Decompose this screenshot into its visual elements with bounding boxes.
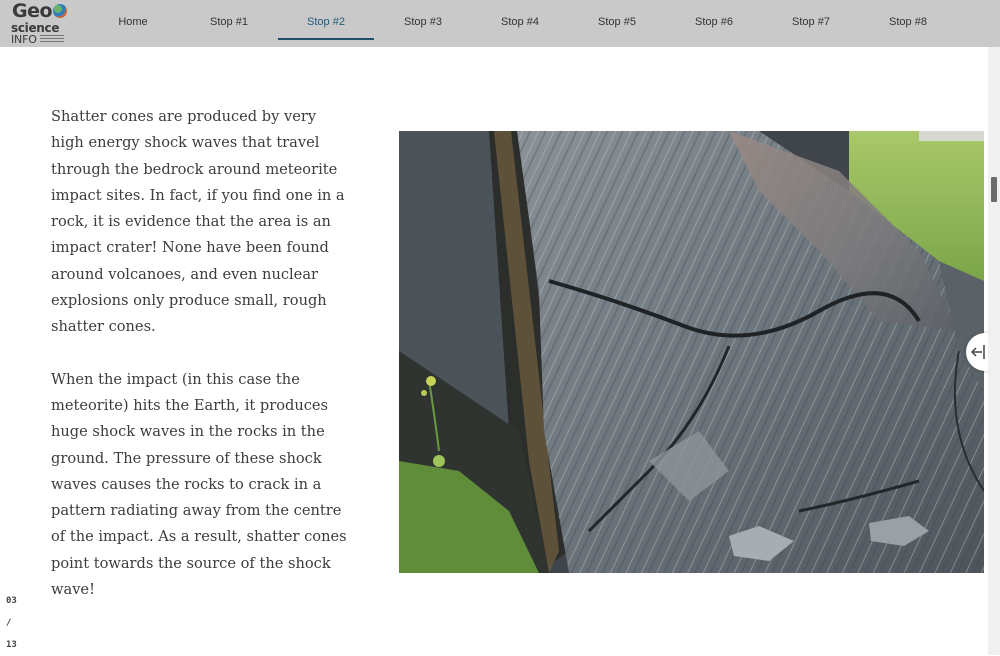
progress-current: 03 xyxy=(6,596,17,606)
geoscience-info-logo[interactable]: Geo science INFO xyxy=(10,2,68,46)
paragraph-impact-shock-waves: When the impact (in this case the meteor… xyxy=(51,370,347,599)
shatter-cone-rock-photo xyxy=(399,131,984,573)
nav-home[interactable]: Home xyxy=(85,0,181,44)
nav-stop-3[interactable]: Stop #3 xyxy=(375,0,471,44)
progress-separator: / xyxy=(6,618,12,628)
scrollbar-thumb[interactable] xyxy=(991,177,997,202)
story-text-block: Shatter cones are produced by very high … xyxy=(51,104,351,603)
page-scrollbar[interactable] xyxy=(988,47,1000,655)
logo-info-text: INFO xyxy=(11,33,37,46)
nav-stop-2[interactable]: Stop #2 xyxy=(278,0,374,44)
nav-stop-6[interactable]: Stop #6 xyxy=(666,0,762,44)
logo-tagline-lines xyxy=(40,35,64,36)
top-navigation-bar: Geo science INFO Home Stop #1 Stop #2 St… xyxy=(0,0,1000,47)
nav-stop-5[interactable]: Stop #5 xyxy=(569,0,665,44)
nav-stop-4[interactable]: Stop #4 xyxy=(472,0,568,44)
paragraph-shatter-cones-origin: Shatter cones are produced by very high … xyxy=(51,108,345,336)
slide-progress-counter: 03 / 13 xyxy=(6,590,26,656)
progress-total: 13 xyxy=(6,640,17,650)
nav-stop-1[interactable]: Stop #1 xyxy=(181,0,277,44)
nav-stop-8[interactable]: Stop #8 xyxy=(860,0,956,44)
nav-stop-7[interactable]: Stop #7 xyxy=(763,0,859,44)
logo-geo-text: Geo xyxy=(12,0,53,22)
globe-icon xyxy=(53,4,68,18)
